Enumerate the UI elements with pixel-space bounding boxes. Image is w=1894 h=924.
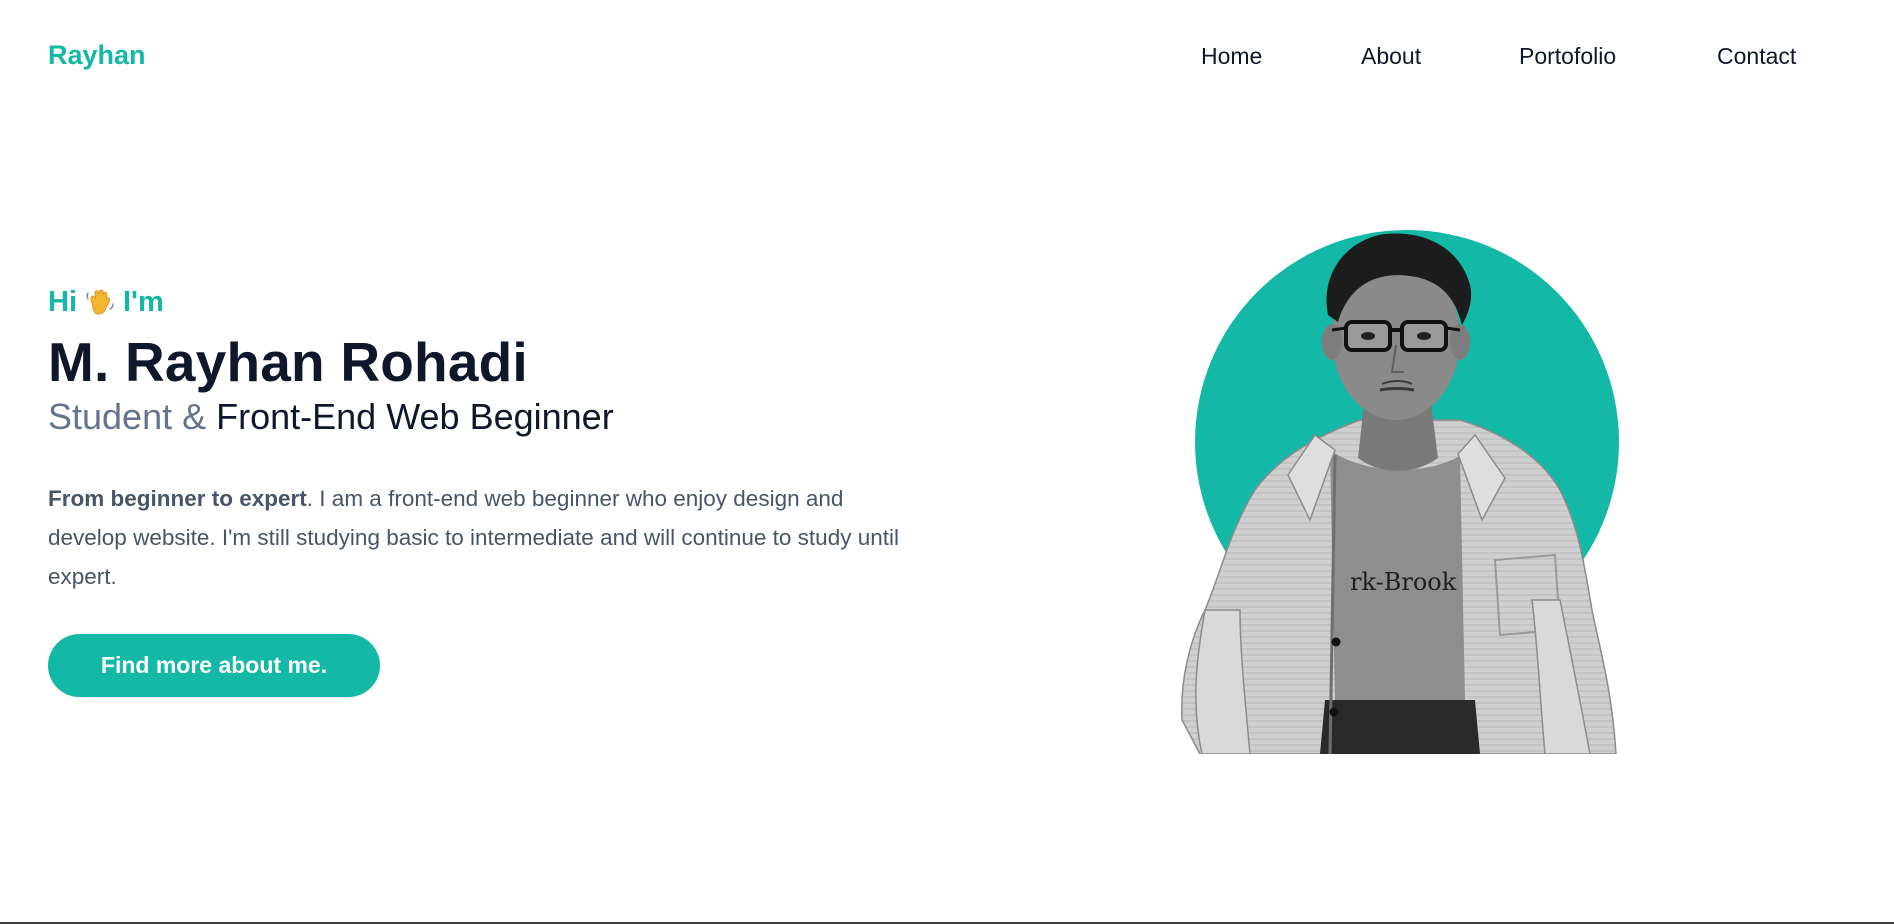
nav-link-portfolio[interactable]: Portofolio (1519, 45, 1616, 68)
profile-photo-icon: rk-Brook (1180, 230, 1619, 754)
navbar: Rayhan Home About Portofolio Contact (0, 0, 1894, 118)
subtitle-role: Student & (48, 396, 207, 437)
hero-subtitle: Student & Front-End Web Beginner (48, 399, 928, 435)
greeting-hi: Hi (48, 285, 77, 318)
hero-greeting: Hi I'm (48, 285, 928, 319)
svg-text:rk-Brook: rk-Brook (1350, 568, 1457, 596)
greeting-im: I'm (123, 285, 164, 318)
nav-links: Home About Portofolio Contact (0, 45, 1894, 75)
nav-link-home[interactable]: Home (1201, 45, 1262, 68)
hero-description: From beginner to expert. I am a front-en… (48, 479, 918, 596)
find-more-button[interactable]: Find more about me. (48, 634, 380, 697)
description-bold: From beginner to expert (48, 486, 307, 511)
subtitle-title: Front-End Web Beginner (216, 396, 614, 437)
waving-hand-icon (83, 285, 117, 319)
hero-name: M. Rayhan Rohadi (48, 331, 528, 393)
page: Rayhan Home About Portofolio Contact Hi … (0, 0, 1894, 924)
hero-section: Hi I'm M. Rayhan Rohadi Student & Front-… (48, 285, 928, 619)
nav-link-contact[interactable]: Contact (1717, 45, 1796, 68)
nav-link-about[interactable]: About (1361, 45, 1421, 68)
profile-portrait: rk-Brook (1160, 220, 1640, 754)
